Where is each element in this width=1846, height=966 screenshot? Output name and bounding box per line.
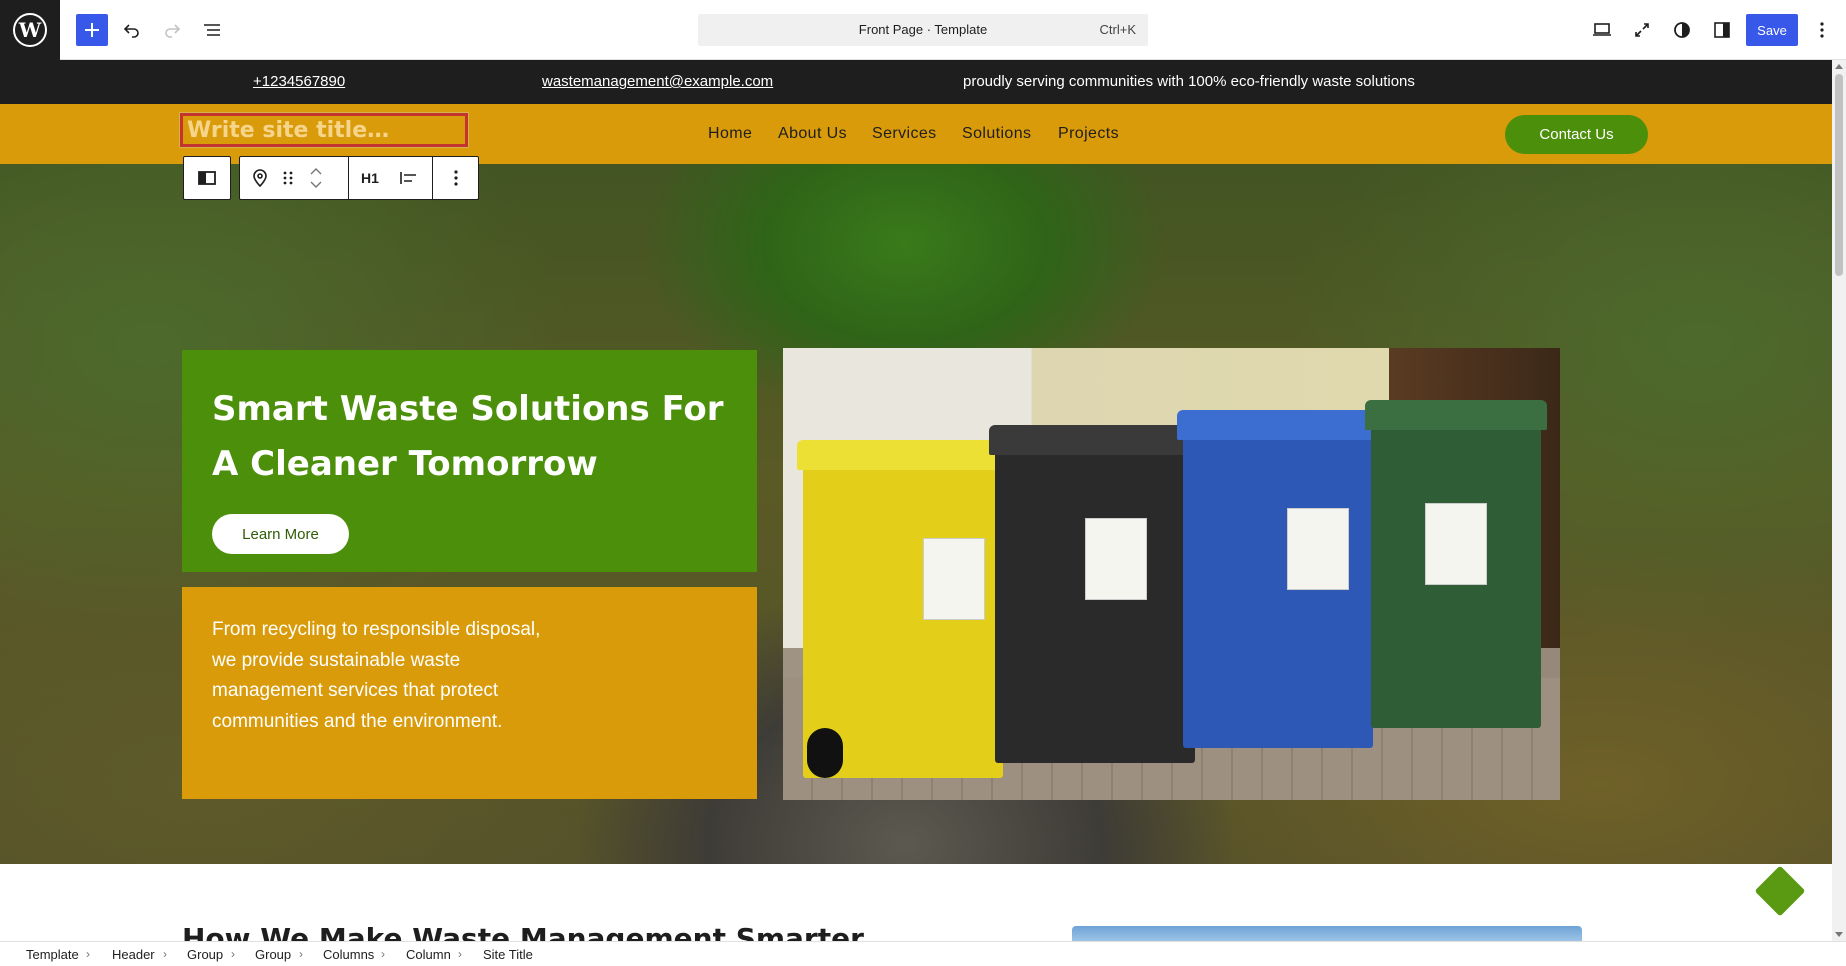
styles-icon (1674, 22, 1690, 38)
site-title-input[interactable]: Write site title… (179, 112, 469, 148)
styles-button[interactable] (1666, 14, 1698, 46)
block-toolbar-group-main: H1 (239, 156, 479, 200)
bin-label (1425, 503, 1487, 585)
breadcrumb-item-template[interactable]: Template (26, 947, 79, 962)
kebab-menu-icon (454, 170, 458, 186)
chevron-right-icon: › (163, 947, 167, 961)
breadcrumb-item-group[interactable]: Group (255, 947, 291, 962)
recycling-bins-image (783, 348, 1560, 800)
align-left-icon (400, 172, 416, 184)
breadcrumb-item-columns[interactable]: Columns (323, 947, 374, 962)
canvas-scrollbar[interactable] (1832, 60, 1846, 941)
hero-section: Smart Waste Solutions For A Cleaner Tomo… (0, 164, 1832, 864)
undo-button[interactable] (116, 14, 148, 46)
bin-label (1287, 508, 1349, 590)
block-breadcrumb: Template › Header › Group › Group › Colu… (0, 941, 1846, 966)
nav-item-home[interactable]: Home (708, 125, 752, 143)
fullscreen-icon (1635, 23, 1649, 37)
plus-icon (85, 23, 99, 37)
section-image (1072, 926, 1582, 941)
kebab-menu-icon (1820, 22, 1824, 38)
hero-description: From recycling to responsible disposal, … (212, 619, 541, 732)
sidebar-settings-icon (1714, 22, 1730, 38)
save-button[interactable]: Save (1746, 14, 1798, 46)
command-shortcut: Ctrl+K (1099, 22, 1136, 37)
contact-us-button[interactable]: Contact Us (1505, 115, 1648, 154)
black-bin (989, 425, 1201, 763)
bin-label (1085, 518, 1147, 600)
heading-level-button[interactable]: H1 (350, 157, 390, 199)
align-button[interactable] (390, 157, 428, 199)
blue-bin (1177, 410, 1379, 748)
green-bin (1365, 400, 1547, 728)
scroll-up-arrow-icon[interactable] (1835, 64, 1843, 69)
chevron-right-icon: › (86, 947, 90, 961)
select-parent-button[interactable] (184, 157, 230, 199)
chevron-up-icon (310, 168, 322, 175)
nav-item-solutions[interactable]: Solutions (962, 125, 1031, 143)
drag-handle-icon (283, 171, 293, 185)
settings-button[interactable] (1706, 14, 1738, 46)
chevron-right-icon: › (381, 947, 385, 961)
block-toolbar-group-parent (183, 156, 231, 200)
redo-button[interactable] (156, 14, 188, 46)
top-info-bar: +1234567890 wastemanagement@example.com … (0, 60, 1832, 104)
block-options-button[interactable] (434, 157, 478, 199)
editor-canvas: +1234567890 wastemanagement@example.com … (0, 60, 1832, 941)
hero-description-panel: From recycling to responsible disposal, … (182, 587, 757, 799)
chevron-right-icon: › (231, 947, 235, 961)
toolbar-divider (348, 157, 349, 199)
nav-item-services[interactable]: Services (872, 125, 937, 143)
document-title: Front Page · Template (858, 22, 988, 37)
desktop-view-icon (1593, 23, 1611, 36)
options-button[interactable] (1806, 14, 1838, 46)
list-view-icon (204, 24, 220, 36)
add-block-button[interactable] (76, 14, 108, 46)
breadcrumb-item-group[interactable]: Group (187, 947, 223, 962)
bin-lid (797, 440, 1009, 470)
scroll-down-arrow-icon[interactable] (1835, 932, 1843, 937)
learn-more-button[interactable]: Learn More (212, 514, 349, 554)
bin-lid (1177, 410, 1379, 440)
chevron-right-icon: › (458, 947, 462, 961)
hero-title-panel: Smart Waste Solutions For A Cleaner Tomo… (182, 350, 757, 572)
bin-lid (989, 425, 1201, 455)
phone-link[interactable]: +1234567890 (253, 73, 345, 90)
wordpress-logo[interactable]: W (0, 0, 60, 60)
drag-handle[interactable] (276, 157, 300, 199)
fullscreen-button[interactable] (1626, 14, 1658, 46)
redo-icon (165, 24, 181, 38)
nav-item-about[interactable]: About Us (778, 125, 847, 143)
breadcrumb-item-column[interactable]: Column (406, 947, 451, 962)
list-view-button[interactable] (196, 14, 228, 46)
section-heading: How We Make Waste Management Smarter (182, 922, 864, 941)
undo-icon (123, 24, 139, 38)
yellow-bin (797, 440, 1009, 778)
editor-toolbar: W Front Page · Template Ctrl+K Save (0, 0, 1846, 60)
command-palette-bar[interactable]: Front Page · Template Ctrl+K (698, 14, 1148, 46)
tagline-text: proudly serving communities with 100% ec… (963, 73, 1415, 90)
block-type-button[interactable] (240, 157, 280, 199)
scrollbar-thumb[interactable] (1835, 74, 1843, 276)
chevron-right-icon: › (299, 947, 303, 961)
columns-icon (198, 171, 216, 185)
hero-title: Smart Waste Solutions For A Cleaner Tomo… (212, 389, 724, 484)
toolbar-divider (432, 157, 433, 199)
view-button[interactable] (1586, 14, 1618, 46)
breadcrumb-item-header[interactable]: Header (112, 947, 155, 962)
bin-label (923, 538, 985, 620)
nav-item-projects[interactable]: Projects (1058, 125, 1119, 143)
map-pin-icon (253, 169, 267, 187)
breadcrumb-item-site-title[interactable]: Site Title (483, 947, 533, 962)
move-buttons[interactable] (302, 157, 330, 199)
chevron-down-icon (310, 181, 322, 188)
email-link[interactable]: wastemanagement@example.com (542, 73, 773, 90)
bin-lid (1365, 400, 1547, 430)
bin-wheel (807, 728, 843, 778)
